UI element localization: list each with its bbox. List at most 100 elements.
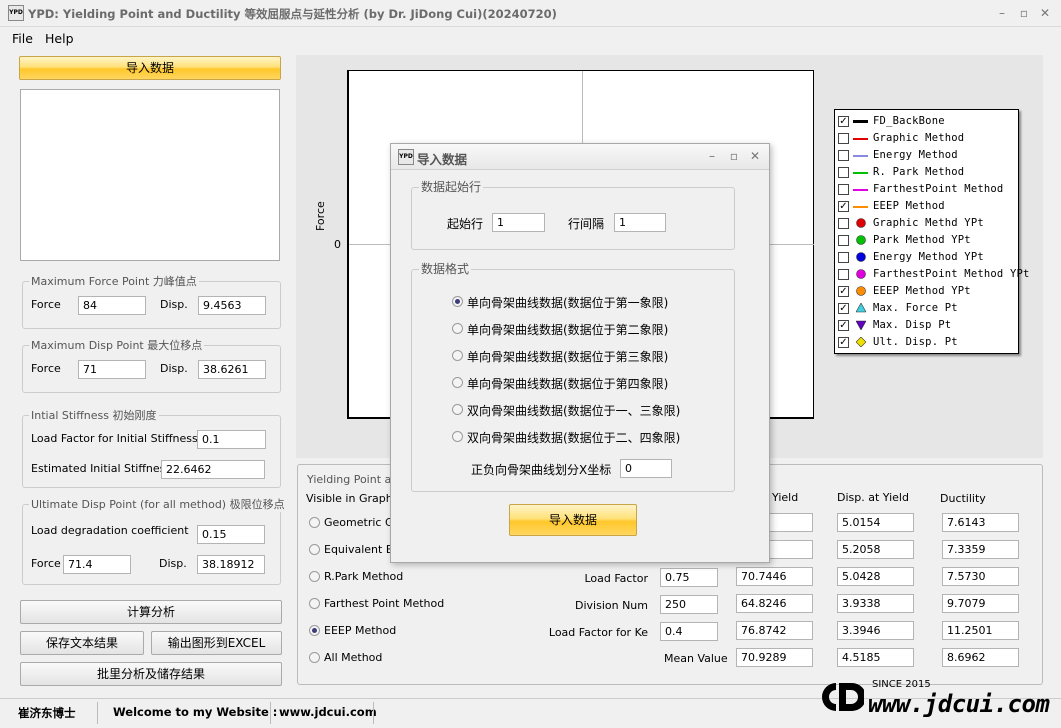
stiffness-lf-field[interactable]: 0.1	[197, 430, 266, 449]
x-coordinate-field[interactable]: 0	[620, 459, 672, 478]
format-radio[interactable]	[452, 350, 463, 361]
method-radio[interactable]	[309, 652, 320, 663]
result-ductility-field[interactable]: 8.6962	[942, 648, 1019, 667]
menu-help[interactable]: Help	[45, 31, 74, 46]
stiffness-est-field[interactable]: 22.6462	[161, 460, 265, 479]
result-force-field[interactable]: 76.8742	[736, 621, 813, 640]
format-option-label[interactable]: 单向骨架曲线数据(数据位于第一象限)	[467, 294, 668, 311]
save-text-button[interactable]: 保存文本结果	[20, 631, 144, 655]
method-radio[interactable]	[309, 544, 320, 555]
legend-checkbox[interactable]	[838, 133, 849, 144]
legend-checkbox[interactable]	[838, 218, 849, 229]
legend-item[interactable]: R. Park Method	[835, 164, 1018, 181]
analyze-button[interactable]: 计算分析	[20, 600, 282, 624]
legend-item[interactable]: ✓ EEEP Method YPt	[835, 283, 1018, 300]
result-ductility-field[interactable]: 7.5730	[942, 567, 1019, 586]
start-row-field[interactable]: 1	[492, 213, 545, 232]
legend-item[interactable]: ✓ Ult. Disp. Pt	[835, 334, 1018, 351]
method-label[interactable]: Farthest Point Method	[324, 597, 444, 610]
legend-item[interactable]: Graphic Methd YPt	[835, 215, 1018, 232]
ultimate-force-field[interactable]: 71.4	[63, 555, 131, 574]
legend-item[interactable]: FarthestPoint Method	[835, 181, 1018, 198]
result-disp-field[interactable]: 3.3946	[837, 621, 914, 640]
format-option-label[interactable]: 双向骨架曲线数据(数据位于一、三象限)	[467, 402, 680, 419]
import-data-button[interactable]: 导入数据	[19, 56, 281, 80]
legend-checkbox[interactable]: ✓	[838, 116, 849, 127]
format-option-label[interactable]: 单向骨架曲线数据(数据位于第三象限)	[467, 348, 668, 365]
status-url[interactable]: www.jdcui.com	[279, 705, 377, 719]
legend-dot-icon	[856, 286, 866, 296]
menu-file[interactable]: File	[12, 31, 33, 46]
legend-item[interactable]: Graphic Method	[835, 130, 1018, 147]
result-disp-field[interactable]: 5.0154	[837, 513, 914, 532]
format-radio[interactable]	[452, 323, 463, 334]
method-radio[interactable]	[309, 571, 320, 582]
param-field[interactable]: 0.75	[660, 568, 718, 587]
result-disp-field[interactable]: 5.0428	[837, 567, 914, 586]
result-disp-field[interactable]: 4.5185	[837, 648, 914, 667]
format-radio[interactable]	[452, 404, 463, 415]
format-radio[interactable]	[452, 296, 463, 307]
legend-checkbox[interactable]	[838, 269, 849, 280]
ultimate-coef-field[interactable]: 0.15	[197, 525, 265, 544]
legend-item[interactable]: Park Method YPt	[835, 232, 1018, 249]
legend-item[interactable]: ✓ Max. Force Pt	[835, 300, 1018, 317]
result-ductility-field[interactable]: 11.2501	[942, 621, 1019, 640]
method-radio[interactable]	[309, 517, 320, 528]
max-force-disp-field[interactable]: 9.4563	[198, 296, 266, 315]
batch-analysis-button[interactable]: 批里分析及储存结果	[20, 662, 282, 686]
format-radio[interactable]	[452, 431, 463, 442]
result-force-field[interactable]: 64.8246	[736, 594, 813, 613]
legend-checkbox[interactable]	[838, 235, 849, 246]
format-option-label[interactable]: 单向骨架曲线数据(数据位于第四象限)	[467, 375, 668, 392]
legend-item[interactable]: ✓ Max. Disp Pt	[835, 317, 1018, 334]
legend-checkbox[interactable]	[838, 252, 849, 263]
minimize-icon[interactable]: –	[995, 6, 1009, 20]
method-radio[interactable]	[309, 598, 320, 609]
method-label[interactable]: EEEP Method	[324, 624, 396, 637]
file-list[interactable]	[20, 89, 280, 261]
legend-checkbox[interactable]: ✓	[838, 337, 849, 348]
export-excel-button[interactable]: 输出图形到EXCEL	[151, 631, 282, 655]
param-field[interactable]: 0.4	[660, 622, 718, 641]
dialog-close-icon[interactable]: ✕	[748, 149, 762, 163]
legend-checkbox[interactable]: ✓	[838, 303, 849, 314]
method-radio[interactable]	[309, 625, 320, 636]
legend-checkbox[interactable]: ✓	[838, 320, 849, 331]
legend-item[interactable]: Energy Method	[835, 147, 1018, 164]
ultimate-disp-field[interactable]: 38.18912	[197, 555, 265, 574]
legend-dot-icon	[856, 252, 866, 262]
result-ductility-field[interactable]: 7.3359	[942, 540, 1019, 559]
legend-checkbox[interactable]	[838, 150, 849, 161]
legend-checkbox[interactable]	[838, 167, 849, 178]
legend-checkbox[interactable]	[838, 184, 849, 195]
method-label[interactable]: R.Park Method	[324, 570, 403, 583]
legend-item[interactable]: ✓ EEEP Method	[835, 198, 1018, 215]
dialog-maximize-icon[interactable]: ▫	[727, 149, 741, 163]
max-disp-disp-field[interactable]: 38.6261	[198, 360, 266, 379]
result-ductility-field[interactable]: 7.6143	[942, 513, 1019, 532]
maximize-icon[interactable]: ▫	[1017, 6, 1031, 20]
legend-checkbox[interactable]: ✓	[838, 286, 849, 297]
format-option-label[interactable]: 单向骨架曲线数据(数据位于第二象限)	[467, 321, 668, 338]
method-label[interactable]: All Method	[324, 651, 382, 664]
dialog-minimize-icon[interactable]: –	[705, 149, 719, 163]
legend-item[interactable]: Energy Method YPt	[835, 249, 1018, 266]
result-disp-field[interactable]: 3.9338	[837, 594, 914, 613]
max-disp-force-field[interactable]: 71	[78, 360, 146, 379]
result-force-field[interactable]: 70.9289	[736, 648, 813, 667]
format-radio[interactable]	[452, 377, 463, 388]
param-field[interactable]: 250	[660, 595, 718, 614]
row-interval-field[interactable]: 1	[614, 213, 666, 232]
format-option-label[interactable]: 双向骨架曲线数据(数据位于二、四象限)	[467, 429, 680, 446]
max-force-force-field[interactable]: 84	[78, 296, 146, 315]
close-icon[interactable]: ✕	[1038, 6, 1052, 20]
stiffness-est-label: Estimated Initial Stiffness	[31, 462, 172, 475]
legend-checkbox[interactable]: ✓	[838, 201, 849, 212]
legend-item[interactable]: ✓ FD_BackBone	[835, 113, 1018, 130]
legend-item[interactable]: FarthestPoint Method YPt	[835, 266, 1029, 283]
dialog-import-button[interactable]: 导入数据	[509, 504, 637, 536]
result-disp-field[interactable]: 5.2058	[837, 540, 914, 559]
result-force-field[interactable]: 70.7446	[736, 567, 813, 586]
result-ductility-field[interactable]: 9.7079	[942, 594, 1019, 613]
